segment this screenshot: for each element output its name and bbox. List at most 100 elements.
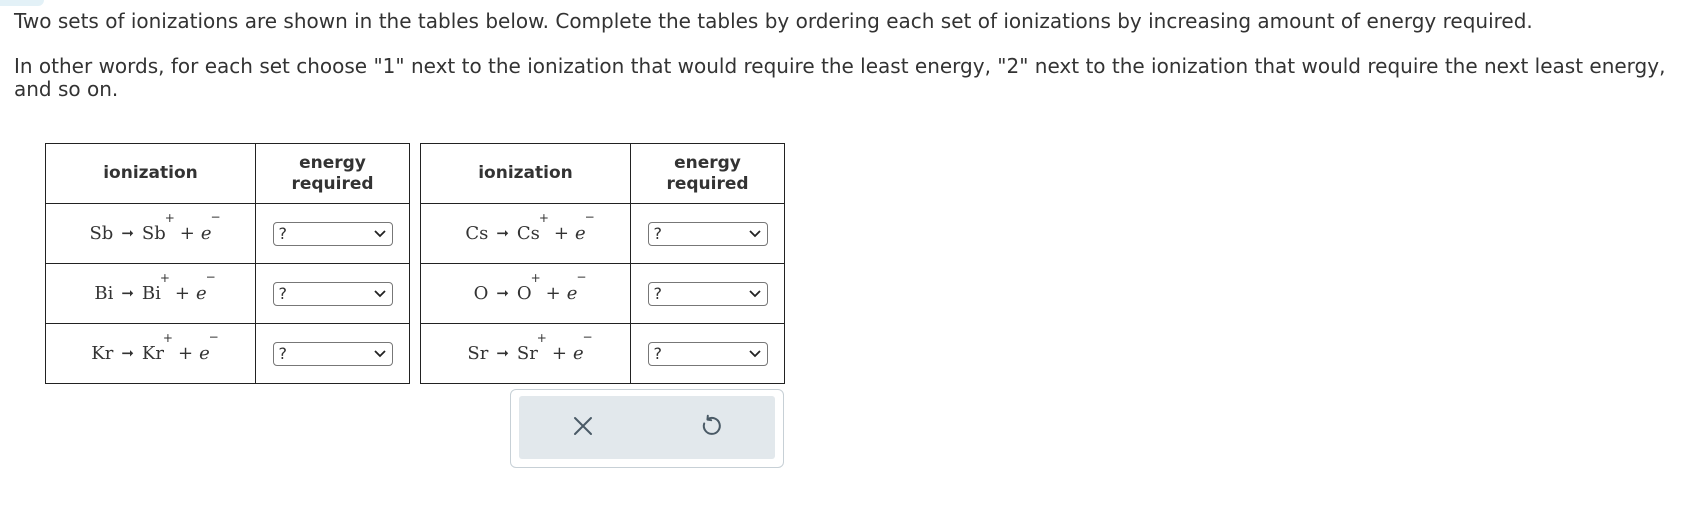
energy-header-line2: required	[666, 173, 749, 194]
ionization-header: ionization	[45, 143, 256, 204]
chevron-down-icon	[748, 288, 761, 300]
ionization-cell: Sr ➞ Sr + + e −	[420, 323, 631, 384]
plus-sign: +	[174, 283, 190, 304]
electron: e −	[572, 330, 593, 364]
cation-charge: +	[536, 331, 547, 345]
atom-symbol: Sr	[467, 343, 489, 364]
electron: e −	[200, 210, 221, 244]
cation: O +	[516, 271, 541, 304]
energy-rank-dropdown-sr[interactable]: ?	[647, 341, 768, 366]
dropdown-value: ?	[278, 224, 288, 243]
atom-symbol: O	[473, 283, 489, 304]
chevron-down-icon	[748, 228, 761, 240]
energy-cell: ?	[255, 263, 410, 324]
table-row: Bi ➞ Bi + + e − ?	[45, 263, 410, 324]
table-row: Sr ➞ Sr + + e − ?	[420, 323, 785, 384]
arrow-icon: ➞	[496, 224, 509, 242]
cation: Kr +	[142, 331, 173, 364]
energy-cell: ?	[630, 263, 785, 324]
electron-charge: −	[210, 210, 221, 224]
energy-required-header: energy required	[255, 143, 410, 204]
close-icon	[572, 415, 594, 441]
electron-symbol: e	[572, 343, 584, 364]
cation-symbol: Sb	[141, 223, 166, 244]
cation: Bi +	[141, 271, 170, 304]
cation-charge: +	[538, 211, 549, 225]
cation-symbol: Bi	[141, 283, 161, 304]
undo-button[interactable]	[681, 403, 741, 453]
arrow-icon: ➞	[496, 284, 509, 302]
table-row: O ➞ O + + e − ?	[420, 263, 785, 324]
energy-rank-dropdown-kr[interactable]: ?	[272, 341, 393, 366]
electron: e −	[196, 270, 216, 304]
cation: Sb +	[141, 211, 175, 244]
chevron-down-icon	[373, 228, 386, 240]
dropdown-value: ?	[278, 284, 288, 303]
energy-cell: ?	[255, 203, 410, 264]
electron: e −	[567, 270, 587, 304]
energy-header-line2: required	[291, 173, 374, 194]
undo-icon	[699, 414, 723, 442]
corner-tab	[0, 0, 44, 6]
electron: e −	[575, 210, 595, 244]
ionization-cell: Bi ➞ Bi + + e −	[45, 263, 256, 324]
dropdown-value: ?	[278, 344, 288, 363]
action-button-bar	[519, 396, 775, 459]
cation-charge: +	[530, 271, 541, 285]
cation-charge: +	[162, 331, 173, 345]
table-row: Kr ➞ Kr + + e − ?	[45, 323, 410, 384]
arrow-icon: ➞	[121, 344, 134, 362]
energy-cell: ?	[255, 323, 410, 384]
energy-header-line1: energy	[299, 152, 366, 173]
electron-symbol: e	[200, 223, 212, 244]
arrow-icon: ➞	[121, 224, 134, 242]
ionization-equation: Sb ➞ Sb + + e −	[89, 210, 221, 244]
ionization-equation: Cs ➞ Cs + + e −	[465, 210, 595, 244]
dropdown-value: ?	[653, 344, 663, 363]
instruction-line-1: Two sets of ionizations are shown in the…	[14, 9, 1533, 33]
electron-charge: −	[582, 330, 593, 344]
energy-required-header: energy required	[630, 143, 785, 204]
energy-rank-dropdown-bi[interactable]: ?	[272, 281, 393, 306]
electron: e −	[199, 330, 219, 364]
energy-rank-dropdown-o[interactable]: ?	[647, 281, 768, 306]
chevron-down-icon	[373, 288, 386, 300]
table-header-row: ionization energy required	[45, 143, 410, 204]
atom-symbol: Sb	[89, 223, 114, 244]
cation-symbol: O	[516, 283, 532, 304]
ionization-equation: Bi ➞ Bi + + e −	[94, 270, 216, 304]
ionization-cell: Cs ➞ Cs + + e −	[420, 203, 631, 264]
energy-rank-dropdown-sb[interactable]: ?	[272, 221, 393, 246]
ionization-cell: Kr ➞ Kr + + e −	[45, 323, 256, 384]
atom-symbol: Cs	[465, 223, 489, 244]
table-row: Cs ➞ Cs + + e − ?	[420, 203, 785, 264]
electron-charge: −	[584, 210, 595, 224]
ionization-cell: Sb ➞ Sb + + e −	[45, 203, 256, 264]
plus-sign: +	[545, 283, 561, 304]
arrow-icon: ➞	[121, 284, 134, 302]
dropdown-value: ?	[653, 224, 663, 243]
electron-charge: −	[205, 270, 216, 284]
cation-charge: +	[159, 271, 170, 285]
ionization-header: ionization	[420, 143, 631, 204]
ionization-equation: Sr ➞ Sr + + e −	[467, 330, 593, 364]
electron-symbol: e	[199, 343, 210, 364]
cation: Cs +	[517, 211, 549, 244]
ionization-cell: O ➞ O + + e −	[420, 263, 631, 324]
ionization-table-1: ionization energy required Sb ➞ Sb + + e −…	[45, 143, 410, 384]
arrow-icon: ➞	[496, 344, 509, 362]
energy-rank-dropdown-cs[interactable]: ?	[647, 221, 768, 246]
cation-charge: +	[164, 211, 175, 225]
cation-symbol: Sr	[516, 343, 538, 364]
plus-sign: +	[551, 343, 567, 364]
table-header-row: ionization energy required	[420, 143, 785, 204]
ionization-table-2: ionization energy required Cs ➞ Cs + + e −…	[420, 143, 785, 384]
electron-charge: −	[208, 330, 219, 344]
plus-sign: +	[553, 223, 570, 244]
energy-cell: ?	[630, 203, 785, 264]
clear-button[interactable]	[553, 403, 613, 453]
instructions: Two sets of ionizations are shown in the…	[14, 10, 1684, 101]
atom-symbol: Kr	[91, 343, 114, 364]
plus-sign: +	[177, 343, 194, 364]
energy-header-line1: energy	[674, 152, 741, 173]
